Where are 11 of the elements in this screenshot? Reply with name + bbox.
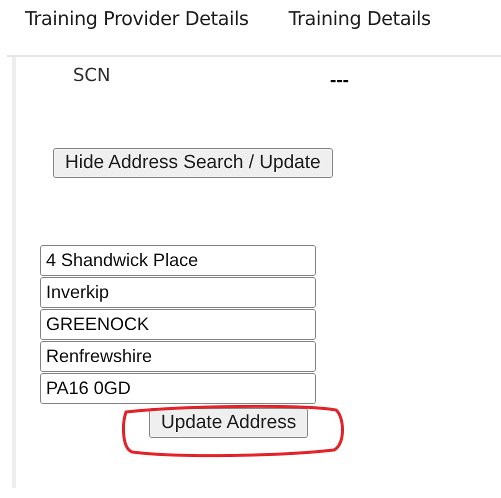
field-value: --- [330, 69, 349, 93]
address-field[interactable]: PA16 0GD [40, 373, 316, 404]
address-field[interactable]: Inverkip [40, 277, 316, 308]
address-field[interactable]: GREENOCK [40, 309, 316, 340]
update-address-button[interactable]: Update Address [149, 408, 308, 438]
hide-address-button[interactable]: Hide Address Search / Update [53, 148, 333, 178]
field-label: SCN [73, 65, 112, 88]
address-field[interactable]: 4 Shandwick Place [40, 245, 316, 276]
tab[interactable]: Training Provider Details [25, 8, 249, 55]
address-field[interactable]: Renfrewshire [40, 341, 316, 372]
tab[interactable]: Training Details [288, 8, 431, 55]
